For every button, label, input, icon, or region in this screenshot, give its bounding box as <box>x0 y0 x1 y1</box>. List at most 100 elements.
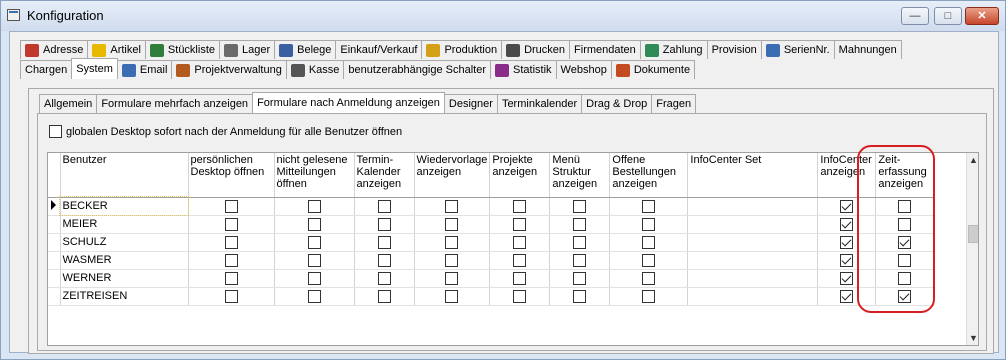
user-name-cell[interactable]: ZEITREISEN <box>60 287 189 306</box>
tab-mahnungen[interactable]: Mahnungen <box>833 40 902 59</box>
column-header-user[interactable]: Benutzer <box>60 153 189 198</box>
table-row[interactable]: ZEITREISEN <box>48 287 935 306</box>
menue-checkbox[interactable] <box>573 235 587 249</box>
column-header-zeiterfassung[interactable]: Zeit-erfassung anzeigen <box>875 153 935 198</box>
mitteilungen-checkbox[interactable] <box>307 217 321 231</box>
desktop-checkbox[interactable] <box>224 235 238 249</box>
termin-checkbox[interactable] <box>377 253 391 267</box>
termin-checkbox[interactable] <box>377 289 391 303</box>
infocenter-checkbox[interactable] <box>840 199 854 213</box>
table-row[interactable]: MEIER <box>48 215 935 234</box>
zeiterfassung-checkbox[interactable] <box>898 253 912 267</box>
infocenter-checkbox[interactable] <box>840 289 854 303</box>
wiedervorlage-checkbox[interactable] <box>445 199 459 213</box>
tab-einkauf-verkauf[interactable]: Einkauf/Verkauf <box>335 40 423 59</box>
bestellungen-checkbox[interactable] <box>642 217 656 231</box>
user-name-cell[interactable]: WASMER <box>60 251 189 270</box>
tab-drucken[interactable]: Drucken <box>501 40 571 59</box>
user-name-cell[interactable]: WERNER <box>60 269 189 288</box>
user-name-cell[interactable]: SCHULZ <box>60 233 189 252</box>
tab-allgemein[interactable]: Allgemein <box>39 94 98 113</box>
table-row[interactable]: BECKER <box>48 196 935 216</box>
mitteilungen-checkbox[interactable] <box>307 271 321 285</box>
tab-chargen[interactable]: Chargen <box>20 60 73 79</box>
tab-provision[interactable]: Provision <box>706 40 762 59</box>
wiedervorlage-checkbox[interactable] <box>445 271 459 285</box>
table-row[interactable]: SCHULZ <box>48 233 935 252</box>
tab-produktion[interactable]: Produktion <box>421 40 503 59</box>
desktop-checkbox[interactable] <box>224 199 238 213</box>
tab-formulare-nach-anmeldung-anzeigen[interactable]: Formulare nach Anmeldung anzeigen <box>252 92 445 113</box>
menue-checkbox[interactable] <box>573 289 587 303</box>
infocenter-set-cell[interactable] <box>687 197 819 216</box>
infocenter-checkbox[interactable] <box>840 253 854 267</box>
global-desktop-option[interactable]: globalen Desktop sofort nach der Anmeldu… <box>49 125 402 138</box>
tab-webshop[interactable]: Webshop <box>555 60 612 79</box>
menue-checkbox[interactable] <box>573 217 587 231</box>
scroll-down-icon[interactable]: ▼ <box>967 331 978 345</box>
menue-checkbox[interactable] <box>573 199 587 213</box>
minimize-button[interactable]: — <box>901 7 929 25</box>
wiedervorlage-checkbox[interactable] <box>445 235 459 249</box>
bestellungen-checkbox[interactable] <box>642 289 656 303</box>
close-button[interactable]: ✕ <box>965 7 999 25</box>
tab-belege[interactable]: Belege <box>274 40 337 59</box>
desktop-checkbox[interactable] <box>224 271 238 285</box>
column-header-infocenter[interactable]: InfoCenter anzeigen <box>817 153 877 198</box>
projekte-checkbox[interactable] <box>513 271 527 285</box>
scroll-thumb[interactable] <box>968 225 978 243</box>
wiedervorlage-checkbox[interactable] <box>445 253 459 267</box>
projekte-checkbox[interactable] <box>513 253 527 267</box>
tab-kasse[interactable]: Kasse <box>285 60 345 79</box>
column-header-termin[interactable]: Termin- Kalender anzeigen <box>354 153 415 198</box>
wiedervorlage-checkbox[interactable] <box>445 289 459 303</box>
column-header-menue[interactable]: Menü Struktur anzeigen <box>549 153 611 198</box>
menue-checkbox[interactable] <box>573 253 587 267</box>
tab-firmendaten[interactable]: Firmendaten <box>569 40 641 59</box>
projekte-checkbox[interactable] <box>513 235 527 249</box>
mitteilungen-checkbox[interactable] <box>307 199 321 213</box>
bestellungen-checkbox[interactable] <box>642 271 656 285</box>
user-forms-grid[interactable]: Benutzer persönlichen Desktop öffnen nicht … <box>47 152 979 346</box>
column-header-mitteilungen[interactable]: nicht gelesene Mitteilungen öffnen <box>274 153 355 198</box>
desktop-checkbox[interactable] <box>224 217 238 231</box>
mitteilungen-checkbox[interactable] <box>307 289 321 303</box>
bestellungen-checkbox[interactable] <box>642 199 656 213</box>
zeiterfassung-checkbox[interactable] <box>898 217 912 231</box>
column-header-projekte[interactable]: Projekte anzeigen <box>489 153 551 198</box>
infocenter-checkbox[interactable] <box>840 271 854 285</box>
tab-adresse[interactable]: Adresse <box>20 40 89 59</box>
infocenter-set-cell[interactable] <box>687 287 819 306</box>
title-bar[interactable]: Konfiguration — □ ✕ <box>1 1 1005 31</box>
infocenter-set-cell[interactable] <box>687 251 819 270</box>
infocenter-set-cell[interactable] <box>687 233 819 252</box>
zeiterfassung-checkbox[interactable] <box>898 271 912 285</box>
menue-checkbox[interactable] <box>573 271 587 285</box>
mitteilungen-checkbox[interactable] <box>307 235 321 249</box>
wiedervorlage-checkbox[interactable] <box>445 217 459 231</box>
infocenter-checkbox[interactable] <box>840 217 854 231</box>
zeiterfassung-checkbox[interactable] <box>898 235 912 249</box>
tab-drag-drop[interactable]: Drag & Drop <box>581 94 653 113</box>
tab-email[interactable]: Email <box>116 60 173 79</box>
tab-dokumente[interactable]: Dokumente <box>610 60 696 79</box>
tab-zahlung[interactable]: Zahlung <box>639 40 708 59</box>
tab-seriennr[interactable]: SerienNr. <box>760 40 835 59</box>
column-header-desktop[interactable]: persönlichen Desktop öffnen <box>188 153 275 198</box>
zeiterfassung-checkbox[interactable] <box>898 199 912 213</box>
global-desktop-checkbox[interactable] <box>49 125 62 138</box>
zeiterfassung-checkbox[interactable] <box>898 289 912 303</box>
tab-projektverwaltung[interactable]: Projektverwaltung <box>171 60 287 79</box>
desktop-checkbox[interactable] <box>224 253 238 267</box>
termin-checkbox[interactable] <box>377 199 391 213</box>
desktop-checkbox[interactable] <box>224 289 238 303</box>
tab-lager[interactable]: Lager <box>219 40 276 59</box>
infocenter-set-cell[interactable] <box>687 215 819 234</box>
tab-statistik[interactable]: Statistik <box>490 60 557 79</box>
tab-fragen[interactable]: Fragen <box>651 94 697 113</box>
user-name-cell[interactable]: MEIER <box>60 215 189 234</box>
projekte-checkbox[interactable] <box>513 217 527 231</box>
user-name-cell[interactable]: BECKER <box>59 196 189 216</box>
tab-artikel[interactable]: Artikel <box>87 40 146 59</box>
infocenter-checkbox[interactable] <box>840 235 854 249</box>
